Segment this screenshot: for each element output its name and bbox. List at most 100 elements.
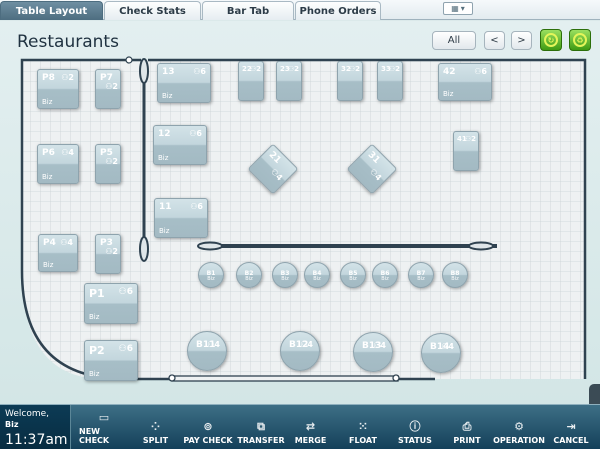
- table-b12[interactable]: B12 ⚇4: [280, 331, 320, 371]
- table-capacity: ⚇2: [348, 65, 360, 73]
- table-capacity: ⚇2: [105, 82, 118, 91]
- table-23[interactable]: 23 ⚇2: [276, 61, 302, 101]
- table-capacity: ⚇2: [61, 73, 74, 82]
- table-p4[interactable]: P4 ⚇4 Biz: [38, 234, 78, 272]
- table-server: Biz: [89, 370, 100, 378]
- table-capacity: ⚇6: [190, 202, 203, 211]
- table-capacity: ⚇6: [118, 287, 133, 297]
- print-button[interactable]: ⎙ PRINT: [442, 407, 492, 448]
- operation-icon: ⚙: [514, 420, 524, 433]
- status-button[interactable]: ⓘ STATUS: [390, 407, 440, 448]
- tab-phone-orders[interactable]: Phone Orders: [295, 1, 381, 20]
- bar-seat-b5[interactable]: B5 Biz: [340, 262, 366, 288]
- grid-icon: ▦: [451, 4, 459, 13]
- table-b14[interactable]: B14 ⚇4: [421, 333, 461, 373]
- table-p8[interactable]: P8 ⚇2 Biz: [37, 69, 79, 109]
- cancel-button[interactable]: ⇥ CANCEL: [547, 407, 595, 448]
- table-b13[interactable]: B13 ⚇4: [353, 332, 393, 372]
- float-button[interactable]: ⁙ FLOAT: [338, 407, 388, 448]
- bar-seat-b2[interactable]: B2 Biz: [236, 262, 262, 288]
- rail-post: [392, 374, 400, 382]
- table-12[interactable]: 12 ⚇6 Biz: [153, 125, 207, 165]
- table-server: Biz: [159, 227, 170, 235]
- merge-button[interactable]: ⇄ MERGE: [288, 407, 333, 448]
- layout-grid-dropdown[interactable]: ▦ ▾: [443, 2, 473, 15]
- merge-icon: ⇄: [305, 420, 316, 433]
- table-server: Biz: [451, 275, 459, 282]
- bar-seat-b3[interactable]: B3 Biz: [272, 262, 298, 288]
- table-capacity: ⚇4: [441, 342, 454, 351]
- bar-seat-b4[interactable]: B4 Biz: [304, 262, 330, 288]
- table-capacity: ⚇4: [373, 341, 386, 350]
- tab-bar-tab[interactable]: Bar Tab: [202, 1, 294, 20]
- table-capacity: ⚇6: [474, 67, 487, 76]
- table-capacity: ⚇4: [300, 340, 313, 349]
- table-p7[interactable]: P7 ⚇2: [95, 69, 121, 109]
- bar-seat-b8[interactable]: B8 Biz: [442, 262, 468, 288]
- pay-check-button[interactable]: ⊚ PAY CHECK: [182, 407, 234, 448]
- bar-end: [197, 241, 223, 251]
- table-11[interactable]: 11 ⚇6 Biz: [154, 198, 208, 238]
- table-p5[interactable]: P5 ⚇2: [95, 144, 121, 184]
- table-capacity: ⚇6: [193, 67, 206, 76]
- table-number: P1: [89, 287, 105, 300]
- table-capacity: ⚇6: [189, 129, 202, 138]
- table-number: 21: [266, 149, 283, 166]
- next-page-button[interactable]: >: [511, 31, 532, 50]
- page-title: Restaurants: [17, 32, 119, 52]
- table-server: Biz: [443, 90, 454, 98]
- status-icon: ⓘ: [409, 420, 421, 433]
- tab-table-layout[interactable]: Table Layout: [0, 1, 103, 20]
- table-p3[interactable]: P3 ⚇2: [95, 234, 121, 274]
- operation-button[interactable]: ⚙ OPERATION: [493, 407, 545, 448]
- recycle-icon: ♻: [573, 33, 587, 47]
- table-p2[interactable]: P2 ⚇6 Biz: [84, 340, 138, 381]
- table-capacity: ⚇4: [61, 148, 74, 157]
- current-user: Biz: [5, 420, 19, 429]
- transfer-icon: ⧉: [257, 420, 265, 433]
- wall-post: [139, 58, 149, 84]
- table-number: P6: [42, 148, 55, 158]
- table-number: 13: [162, 67, 175, 77]
- new-check-button[interactable]: ▭ NEW CHECK: [79, 407, 129, 448]
- table-32[interactable]: 32 ⚇2: [337, 61, 363, 101]
- table-capacity: ⚇4: [60, 238, 73, 247]
- table-33[interactable]: 33 ⚇2: [377, 61, 403, 101]
- table-42[interactable]: 42 ⚇6 Biz: [438, 63, 492, 101]
- table-p1[interactable]: P1 ⚇6 Biz: [84, 283, 138, 324]
- entrance-rail: [171, 375, 399, 382]
- table-b11[interactable]: B11 ⚇4: [187, 331, 227, 371]
- table-capacity: ⚇2: [287, 65, 299, 73]
- tab-check-stats[interactable]: Check Stats: [104, 1, 201, 20]
- table-server: Biz: [89, 313, 100, 321]
- bar-seat-b1[interactable]: B1 Biz: [198, 262, 224, 288]
- table-p6[interactable]: P6 ⚇4 Biz: [37, 144, 79, 184]
- table-server: Biz: [207, 275, 215, 282]
- bar-seat-b6[interactable]: B6 Biz: [372, 262, 398, 288]
- table-number: 31: [365, 149, 382, 166]
- float-icon: ⁙: [358, 420, 368, 433]
- table-41[interactable]: 41 ⚇2: [453, 131, 479, 171]
- bar-seat-b7[interactable]: B7 Biz: [408, 262, 434, 288]
- table-13[interactable]: 13 ⚇6 Biz: [157, 63, 211, 103]
- print-icon: ⎙: [462, 420, 472, 433]
- table-capacity: ⚇2: [105, 157, 118, 166]
- filter-all-button[interactable]: All: [432, 31, 476, 50]
- table-server: Biz: [42, 98, 53, 106]
- split-button[interactable]: ⁘ SPLIT: [133, 407, 178, 448]
- table-server: Biz: [162, 92, 173, 100]
- refresh-icon: ↻: [544, 33, 558, 47]
- wall-post: [139, 236, 149, 262]
- previous-page-button[interactable]: <: [484, 31, 505, 50]
- table-number: 42: [443, 67, 456, 77]
- guests-icon: ⚇: [118, 344, 127, 354]
- table-capacity: ⚇4: [268, 167, 285, 183]
- recycle-button[interactable]: ♻: [569, 29, 591, 51]
- table-capacity: ⚇2: [249, 65, 261, 73]
- refresh-button[interactable]: ↻: [540, 29, 562, 51]
- transfer-button[interactable]: ⧉ TRANSFER: [236, 407, 286, 448]
- guests-icon: ⚇: [118, 287, 127, 297]
- chevron-down-icon: ▾: [460, 4, 465, 13]
- table-22[interactable]: 22 ⚇2: [238, 61, 264, 101]
- table-server: Biz: [43, 261, 54, 269]
